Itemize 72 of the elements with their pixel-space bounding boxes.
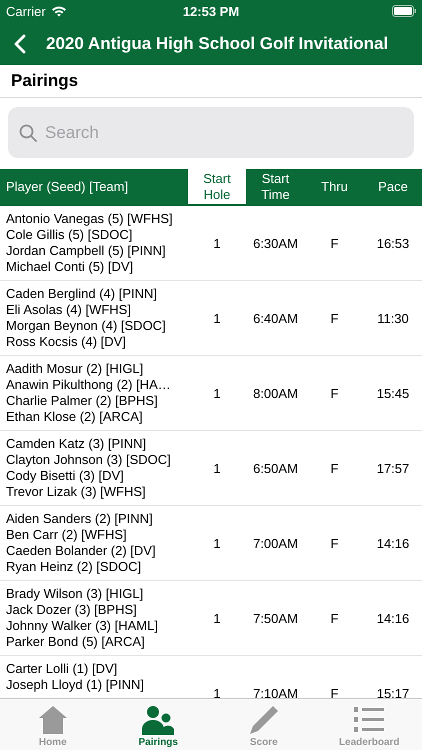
page-title: 2020 Antigua High School Golf Invitational	[46, 34, 388, 54]
column-header[interactable]: Pace	[364, 169, 422, 204]
player-name: Morgan Beynon (4) [SDOC]	[6, 318, 167, 334]
player-name: Aadith Mosur (2) [HIGL]	[6, 361, 144, 377]
column-header[interactable]: Start Time	[246, 169, 305, 204]
column-header[interactable]: Player (Seed) [Team]	[0, 169, 188, 204]
player-name: Ben Carr (2) [WFHS]	[6, 527, 128, 543]
table-cell-text: F	[330, 384, 340, 402]
player-name: Ryan Heinz (2) [SDOC]	[6, 559, 142, 575]
table-cell-text: F	[330, 684, 340, 698]
table-cell-text: 11:30	[376, 310, 410, 328]
table-cell-text: 17:57	[376, 460, 410, 478]
player-name: Jordan Campbell (5) [PINN]	[6, 243, 167, 259]
table-cell-text: F	[330, 460, 340, 478]
player-name: Aiden Sanders (2) [PINN]	[6, 511, 154, 527]
table-cell-text: 8:00AM	[252, 384, 299, 402]
column-header[interactable]: Start Hole	[188, 169, 246, 204]
table-cell-text: 14:16	[376, 610, 410, 628]
player-name: Caeden Bolander (2) [DV]	[6, 543, 157, 559]
table-cell-text: 1	[212, 234, 222, 252]
carrier-label: Carrier	[6, 4, 46, 18]
player-name: Antonio Vanegas (5) [WFHS]	[6, 211, 174, 227]
table-cell-text: F	[330, 534, 340, 552]
player-name: Anawin Pikulthong (2) [HA…	[6, 377, 172, 393]
table-cell-text: F	[330, 610, 340, 628]
player-name: Michael Conti (5) [DV]	[6, 259, 134, 275]
column-header[interactable]: Thru	[305, 169, 364, 204]
table-cell-text: 6:30AM	[252, 234, 299, 252]
numbered-list-icon	[353, 705, 386, 735]
table-cell-text: 7:50AM	[252, 610, 299, 628]
back-icon[interactable]	[14, 34, 26, 54]
player-name: Trevor Lizak (3) [WFHS]	[6, 484, 147, 500]
table-cell-text: F	[330, 234, 340, 252]
table-cell-text: 6:40AM	[252, 310, 299, 328]
section-title: Pairings	[0, 65, 422, 98]
player-name: Eli Asolas (4) [WFHS]	[6, 302, 132, 318]
table-cell-text: 1	[212, 610, 222, 628]
player-name: Parker Bond (5) [ARCA]	[6, 634, 146, 650]
player-name: Charlie Palmer (2) [BPHS]	[6, 393, 159, 409]
player-name: Carter Lolli (1) [DV]	[6, 661, 118, 677]
table-cell-text: 15:17	[376, 684, 410, 698]
table-cell-text: 1	[212, 684, 222, 698]
table-cell-text: 7:00AM	[252, 534, 299, 552]
player-name: Ross Kocsis (4) [DV]	[6, 334, 127, 350]
clock-label: 12:53 PM	[182, 4, 240, 18]
player-name: Ethan Klose (2) [ARCA]	[6, 409, 144, 425]
table-cell-text: 16:53	[376, 234, 410, 252]
wifi-icon	[50, 5, 67, 17]
table-cell-text: 14:16	[376, 534, 410, 552]
player-name: Caden Berglind (4) [PINN]	[6, 286, 158, 302]
player-name: Cole Gillis (5) [SDOC]	[6, 227, 134, 243]
search-field[interactable]: Search	[8, 107, 414, 158]
people-icon	[142, 705, 174, 735]
table-cell-text: 1	[212, 384, 222, 402]
player-name: Camden Katz (3) [PINN]	[6, 436, 148, 452]
player-name: Clayton Johnson (3) [SDOC]	[6, 452, 172, 468]
table-cell-text: 7:10AM	[252, 684, 299, 698]
table-cell-text: 6:50AM	[252, 460, 299, 478]
table-cell-text: 1	[212, 534, 222, 552]
player-name: Johnny Walker (3) [HAML]	[6, 618, 159, 634]
house-icon	[38, 705, 68, 735]
table-cell-text: 1	[212, 310, 222, 328]
table-cell-text: 15:45	[376, 384, 410, 402]
player-name: Brady Wilson (3) [HIGL]	[6, 586, 144, 602]
tab[interactable]: Pairings	[106, 699, 211, 750]
player-name: Joseph Lloyd (1) [PINN]	[6, 677, 146, 693]
table-cell-text: 1	[212, 460, 222, 478]
player-name: Jack Dozer (3) [BPHS]	[6, 602, 138, 618]
pencil-icon	[248, 705, 279, 735]
table-cell-text: F	[330, 310, 340, 328]
player-name: Cody Bisetti (3) [DV]	[6, 468, 125, 484]
battery-icon	[392, 5, 416, 17]
